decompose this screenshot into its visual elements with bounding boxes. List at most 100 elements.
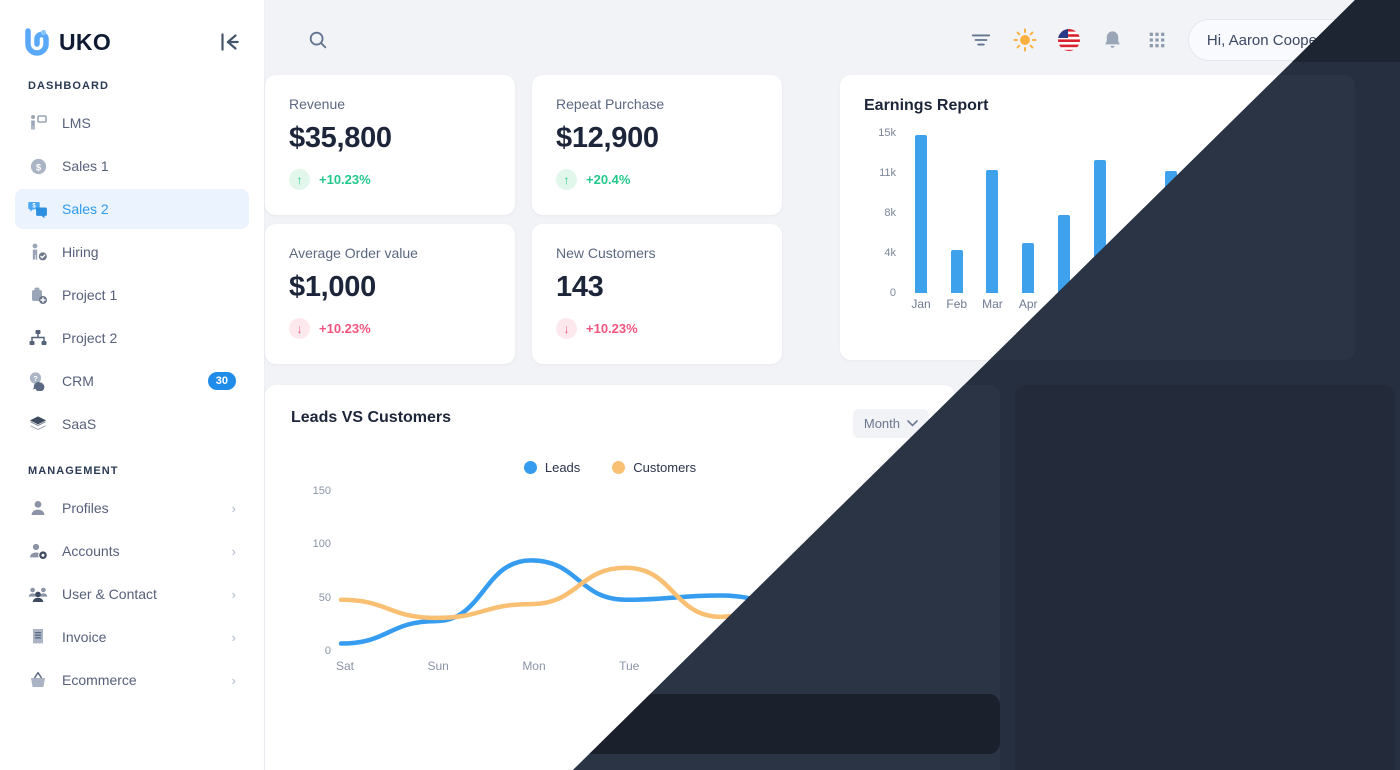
earnings-bar-column[interactable] [1118,133,1152,293]
earnings-bar-column[interactable] [1297,133,1331,293]
earnings-bar-column[interactable] [1154,133,1188,293]
bell-notification-icon[interactable] [1100,27,1126,53]
earnings-y-tick: 8k [884,207,896,219]
chevron-right-icon: › [231,672,236,688]
typescript-logo[interactable]: TS [1075,669,1160,733]
sidebar-item-label: Hiring [62,244,99,260]
leads-y-tick: 50 [318,591,331,604]
sidebar-item-profiles[interactable]: Profiles › [15,488,249,528]
earnings-x-tick: Jan [911,297,931,311]
us-flag-icon[interactable] [1056,27,1082,53]
earnings-bar[interactable] [1022,243,1035,293]
typescript-label: TS [1099,684,1136,717]
stat-card-average-order-value: Average Order value $1,000 ↓ +10.23% [265,224,515,364]
figma-logo[interactable] [1264,669,1348,733]
earnings-bar-column[interactable] [1083,133,1117,293]
sidebar-item-label: LMS [62,115,91,131]
earnings-bar-column[interactable] [1011,133,1045,293]
leads-line-paths [338,522,914,646]
earnings-bar-chart: 0 4k 8k 11k 15k Jan Feb Mar Apr May Jun Jul Aug Sep O… [864,127,1331,323]
leads-legend: Leads Customers [291,460,929,475]
user-menu-button[interactable]: Hi, Aaron Cooper [1187,19,1370,61]
sidebar-item-crm[interactable]: ? CRM 30 [15,361,249,401]
earnings-bar-column[interactable] [1225,133,1259,293]
earnings-bar[interactable] [950,250,963,293]
sidebar-item-sales-1[interactable]: $ Sales 1 [15,146,249,186]
earnings-bar[interactable] [915,135,927,293]
sidebar-item-invoice[interactable]: Invoice › [15,617,249,657]
tech-stack-strip: N TS JS [875,657,1360,745]
account-gear-icon [28,541,48,561]
earnings-bar-column[interactable] [1190,133,1224,293]
legend-label-leads: Leads [544,460,581,475]
sun-theme-icon[interactable] [1012,27,1038,53]
brand[interactable]: UKO [24,28,111,56]
stat-value: $35,800 [289,122,392,154]
earnings-bar-column[interactable] [940,133,974,293]
earnings-bar[interactable] [1307,135,1320,293]
stat-delta: ↑ +10.23% [289,169,491,190]
stat-card-new-customers: New Customers 143 ↓ +10.23% [532,224,782,364]
sidebar-item-project-2[interactable]: Project 2 [15,318,249,358]
earnings-x-tick: Nov [1267,297,1289,311]
leads-header: Leads VS Customers Month [291,409,929,438]
sidebar-item-accounts[interactable]: Accounts › [15,531,249,571]
earnings-bar[interactable] [1129,264,1142,293]
sidebar-item-hiring[interactable]: Hiring [15,232,249,272]
user-avatar[interactable] [1332,25,1363,56]
sidebar-item-user-contact[interactable]: User & Contact › [15,574,249,614]
earnings-period-select[interactable]: Month [1270,97,1331,113]
search-icon[interactable] [305,27,331,53]
legend-item-leads: Leads [523,460,581,475]
legend-item-customers: Customers [612,460,696,475]
earnings-bar[interactable] [986,170,999,293]
earnings-x-tick: Oct [1233,297,1252,311]
earnings-bar-column[interactable] [1047,133,1081,293]
sidebar: UKO DASHBOARD LMS $ Sales 1 $ Sales 2 Hi… [0,0,265,770]
project-status-title: Project Status [1111,407,1219,424]
earnings-bar-column[interactable] [975,133,1009,293]
sidebar-item-label: Invoice [62,629,107,645]
leads-x-tick: Wed [712,659,738,673]
dashboard-page: UKO DASHBOARD LMS $ Sales 1 $ Sales 2 Hi… [0,0,1400,770]
earnings-bar-column[interactable] [1261,133,1295,293]
stat-delta-value: +20.4% [586,172,631,187]
sales-chat-icon: $ [28,199,48,219]
earnings-y-tick: 4k [884,247,896,259]
legend-dot-customers [612,461,626,474]
grid-apps-icon[interactable] [1144,27,1170,53]
earnings-bar[interactable] [1165,171,1178,293]
sidebar-item-lms[interactable]: LMS [15,103,249,143]
javascript-logo[interactable]: JS [1169,669,1254,733]
nextjs-logo[interactable]: N [887,669,971,733]
leads-period-select[interactable]: Month [852,409,929,438]
hiring-person-icon [28,242,48,262]
triangle-down-icon [1319,101,1331,109]
leads-y-tick: 0 [324,645,331,657]
earnings-x-tick: Sep [1196,297,1218,311]
brand-name: UKO [59,28,112,55]
sidebar-item-label: Project 1 [62,287,118,303]
leads-period-value: Month [863,416,900,431]
svg-text:$: $ [35,162,41,173]
earnings-bar-column[interactable] [904,133,938,293]
collapse-sidebar-icon[interactable] [216,29,242,55]
earnings-bar[interactable] [1200,215,1213,293]
react-logo[interactable] [981,669,1066,733]
earnings-bar[interactable] [1057,215,1070,293]
sidebar-item-ecommerce[interactable]: Ecommerce › [15,660,249,700]
profile-icon [28,498,48,518]
earnings-y-axis: 0 4k 8k 11k 15k [864,127,896,299]
sidebar-item-project-1[interactable]: Project 1 [15,275,249,315]
layouts-tab-button[interactable]: Layouts [1374,540,1400,632]
sidebar-item-sales-2[interactable]: $ Sales 2 [15,189,249,229]
filter-lines-icon[interactable] [968,27,994,53]
earnings-x-tick: Apr [1018,297,1038,311]
sidebar-item-saas[interactable]: SaaS [15,404,249,444]
leads-title: Leads VS Customers [291,409,452,426]
sidebar-item-label: Ecommerce [62,672,137,688]
earnings-bar[interactable] [1272,240,1285,293]
earnings-bar[interactable] [1236,186,1249,293]
leads-line-chart: 050100150 SatSunMonTueWedThuFri [291,485,929,691]
earnings-bar[interactable] [1093,160,1106,293]
